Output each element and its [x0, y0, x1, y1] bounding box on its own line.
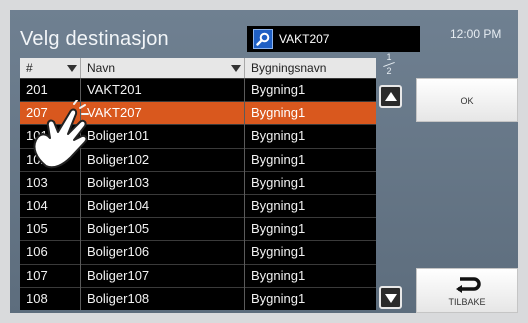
- return-arrow-icon: [456, 277, 481, 293]
- table-row[interactable]: 105 Boliger105 Bygning1: [20, 217, 376, 240]
- row-name: Boliger104: [87, 198, 150, 213]
- row-building: Bygning1: [251, 174, 306, 190]
- table-row[interactable]: 104 Boliger104 Bygning1: [20, 194, 376, 217]
- row-number: 201: [26, 82, 48, 97]
- tapping-hand-icon: [33, 100, 89, 169]
- table-row[interactable]: 201 VAKT201 Bygning1: [20, 78, 376, 101]
- row-building: Bygning1: [251, 105, 306, 121]
- row-name: Boliger102: [87, 151, 150, 167]
- row-name: Boliger106: [87, 244, 150, 260]
- column-header-name[interactable]: Navn: [81, 58, 244, 78]
- table-header: # Navn Bygningsnavn: [20, 58, 376, 78]
- sort-down-icon: [231, 65, 241, 72]
- page-title: Velg destinasjon: [20, 28, 169, 50]
- search-field[interactable]: VAKT207: [247, 26, 420, 52]
- row-number: 107: [26, 267, 48, 283]
- column-header-building: Bygningsnavn: [245, 58, 376, 78]
- column-header-label: Bygningsnavn: [251, 61, 327, 75]
- row-name: Boliger105: [87, 221, 150, 237]
- ok-button[interactable]: OK: [416, 78, 518, 122]
- sort-down-icon: [67, 65, 77, 72]
- row-name: Boliger103: [87, 174, 150, 190]
- row-building: Bygning1: [251, 221, 306, 237]
- triangle-down-icon: [385, 294, 397, 303]
- table-row[interactable]: 103 Boliger103 Bygning1: [20, 170, 376, 194]
- search-icon[interactable]: [253, 29, 273, 49]
- scroll-down-button[interactable]: [379, 286, 402, 309]
- row-name: Boliger101: [87, 128, 150, 144]
- scroll-up-button[interactable]: [379, 85, 402, 108]
- row-number: 108: [26, 290, 48, 306]
- row-name: Boliger107: [87, 267, 150, 283]
- destination-table: # Navn Bygningsnavn 201 VAKT201 Bygning1 20…: [20, 58, 376, 310]
- page-total: 2: [386, 66, 392, 76]
- back-button[interactable]: TILBAKE: [416, 268, 518, 313]
- column-header-label: Navn: [87, 61, 116, 75]
- row-building: Bygning1: [251, 198, 306, 213]
- column-header-number[interactable]: #: [20, 58, 80, 78]
- table-row[interactable]: 107 Boliger107 Bygning1: [20, 263, 376, 287]
- row-building: Bygning1: [251, 290, 306, 306]
- row-building: Bygning1: [251, 128, 306, 144]
- row-name: VAKT201: [87, 82, 142, 97]
- table-row[interactable]: 106 Boliger106 Bygning1: [20, 240, 376, 263]
- table-row[interactable]: 108 Boliger108 Bygning1: [20, 286, 376, 310]
- device-frame: Velg destinasjon VAKT207 12:00 PM 1 2 #: [0, 0, 528, 323]
- clock: 12:00 PM: [450, 27, 502, 41]
- column-divider: [244, 78, 245, 310]
- row-name: Boliger108: [87, 290, 150, 306]
- page-current: 1: [386, 52, 392, 62]
- page-indicator: 1 2: [379, 52, 399, 82]
- row-number: 104: [26, 198, 48, 213]
- back-button-label: TILBAKE: [448, 297, 486, 307]
- row-number: 105: [26, 221, 48, 237]
- row-building: Bygning1: [251, 267, 306, 283]
- row-number: 103: [26, 174, 48, 190]
- row-building: Bygning1: [251, 82, 306, 97]
- row-building: Bygning1: [251, 151, 306, 167]
- row-building: Bygning1: [251, 244, 306, 260]
- row-number: 106: [26, 244, 48, 260]
- column-header-label: #: [26, 61, 33, 75]
- search-value: VAKT207: [279, 32, 330, 46]
- triangle-up-icon: [385, 92, 397, 101]
